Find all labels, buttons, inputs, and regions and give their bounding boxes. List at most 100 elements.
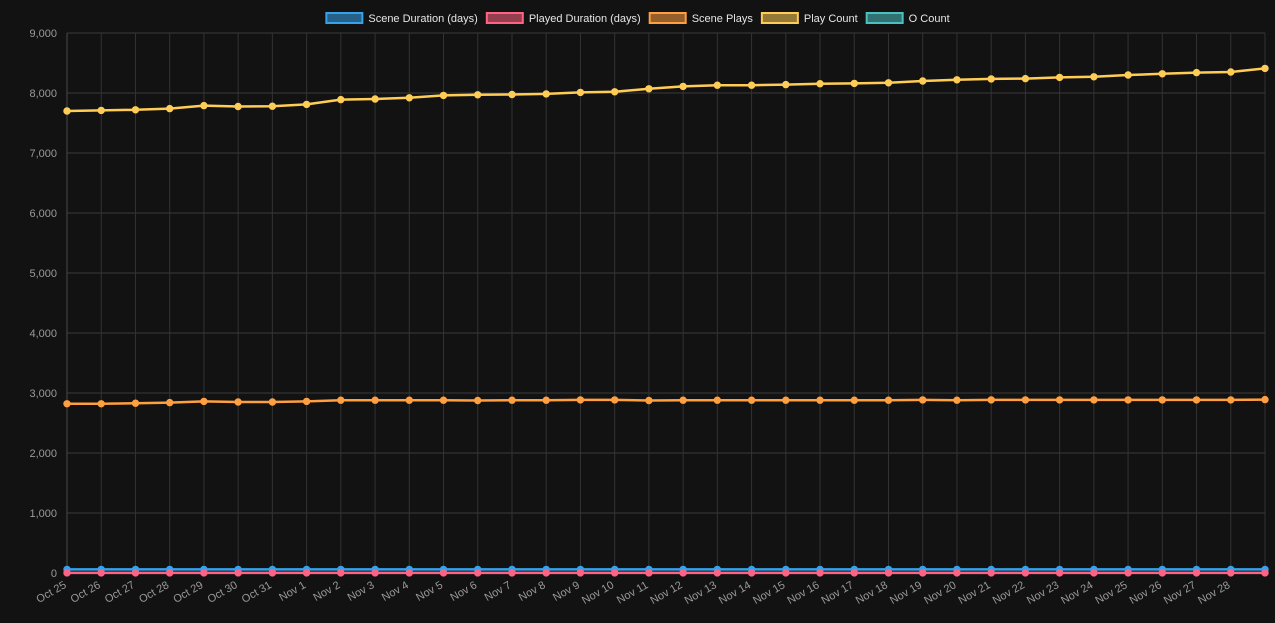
data-point[interactable] [405,569,413,577]
data-point[interactable] [405,94,413,102]
data-point[interactable] [816,80,824,88]
data-point[interactable] [1192,68,1201,77]
data-point[interactable] [166,569,174,577]
data-point[interactable] [302,100,311,109]
legend-item[interactable]: Scene Duration (days) [325,12,478,25]
data-point[interactable] [439,91,448,100]
data-point[interactable] [1124,71,1132,79]
data-point[interactable] [371,396,379,404]
data-point[interactable] [987,396,995,404]
data-point[interactable] [576,88,585,97]
data-point[interactable] [850,79,858,88]
data-point[interactable] [782,396,790,404]
data-point[interactable] [782,569,790,577]
data-point[interactable] [508,569,516,577]
data-point[interactable] [1021,396,1030,404]
data-point[interactable] [131,569,140,577]
data-point[interactable] [1261,64,1269,73]
data-point[interactable] [884,396,893,404]
data-point[interactable] [337,95,345,104]
data-point[interactable] [337,396,345,404]
data-point[interactable] [1124,569,1132,577]
data-point[interactable] [576,569,585,577]
data-point[interactable] [919,569,927,577]
data-point[interactable] [1227,68,1235,76]
data-point[interactable] [1055,73,1064,82]
data-point[interactable] [953,569,961,577]
data-point[interactable] [645,569,653,577]
data-point[interactable] [713,569,721,577]
data-point[interactable] [97,569,105,577]
data-point[interactable] [200,569,208,577]
data-point[interactable] [747,569,756,577]
data-point[interactable] [166,398,174,407]
data-point[interactable] [1090,396,1098,404]
data-point[interactable] [1261,395,1269,404]
data-point[interactable] [713,396,721,404]
data-point[interactable] [679,82,687,91]
data-point[interactable] [474,569,482,577]
data-point[interactable] [542,90,550,98]
legend-item[interactable]: Scene Plays [648,12,754,25]
legend-item[interactable]: Play Count [760,12,858,25]
data-point[interactable] [884,569,893,577]
data-point[interactable] [1192,569,1201,577]
data-point[interactable] [97,106,105,115]
data-point[interactable] [97,400,105,408]
data-point[interactable] [1090,73,1098,81]
data-point[interactable] [747,81,756,89]
data-point[interactable] [234,569,242,577]
data-point[interactable] [1158,396,1167,404]
data-point[interactable] [268,569,277,577]
legend[interactable]: Scene Duration (days) Played Duration (da… [325,12,950,25]
data-point[interactable] [1227,569,1235,577]
data-point[interactable] [987,75,995,83]
data-point[interactable] [611,569,619,577]
data-point[interactable] [131,106,140,114]
data-point[interactable] [1158,569,1167,577]
data-point[interactable] [645,396,653,405]
data-point[interactable] [131,399,140,407]
data-point[interactable] [1227,396,1235,404]
data-point[interactable] [816,569,824,577]
data-point[interactable] [679,396,687,404]
data-point[interactable] [166,104,174,113]
data-point[interactable] [63,569,71,577]
data-point[interactable] [542,396,550,404]
data-point[interactable] [508,90,516,99]
data-point[interactable] [1192,396,1201,404]
data-point[interactable] [1055,569,1064,577]
data-point[interactable] [474,396,482,405]
data-point[interactable] [953,396,961,404]
data-point[interactable] [1021,74,1030,83]
data-point[interactable] [919,396,927,404]
data-point[interactable] [234,398,242,406]
data-point[interactable] [850,569,858,577]
data-point[interactable] [816,396,824,404]
data-point[interactable] [63,400,71,408]
data-point[interactable] [679,569,687,577]
data-point[interactable] [200,397,208,406]
data-point[interactable] [268,398,277,406]
data-point[interactable] [645,85,653,93]
data-point[interactable] [405,396,413,404]
data-point[interactable] [611,396,619,404]
data-point[interactable] [987,569,995,577]
legend-item[interactable]: Played Duration (days) [485,12,641,25]
data-point[interactable] [302,569,311,577]
data-point[interactable] [371,569,379,577]
data-point[interactable] [1090,569,1098,577]
data-point[interactable] [337,569,345,577]
data-point[interactable] [1124,396,1132,404]
data-point[interactable] [474,91,482,99]
data-point[interactable] [439,396,448,404]
legend-item[interactable]: O Count [865,12,950,25]
data-point[interactable] [371,95,379,103]
data-point[interactable] [1021,569,1030,577]
data-point[interactable] [747,396,756,404]
data-point[interactable] [268,102,277,110]
data-point[interactable] [919,77,927,85]
data-point[interactable] [576,396,585,404]
data-point[interactable] [302,397,311,406]
data-point[interactable] [200,101,208,110]
